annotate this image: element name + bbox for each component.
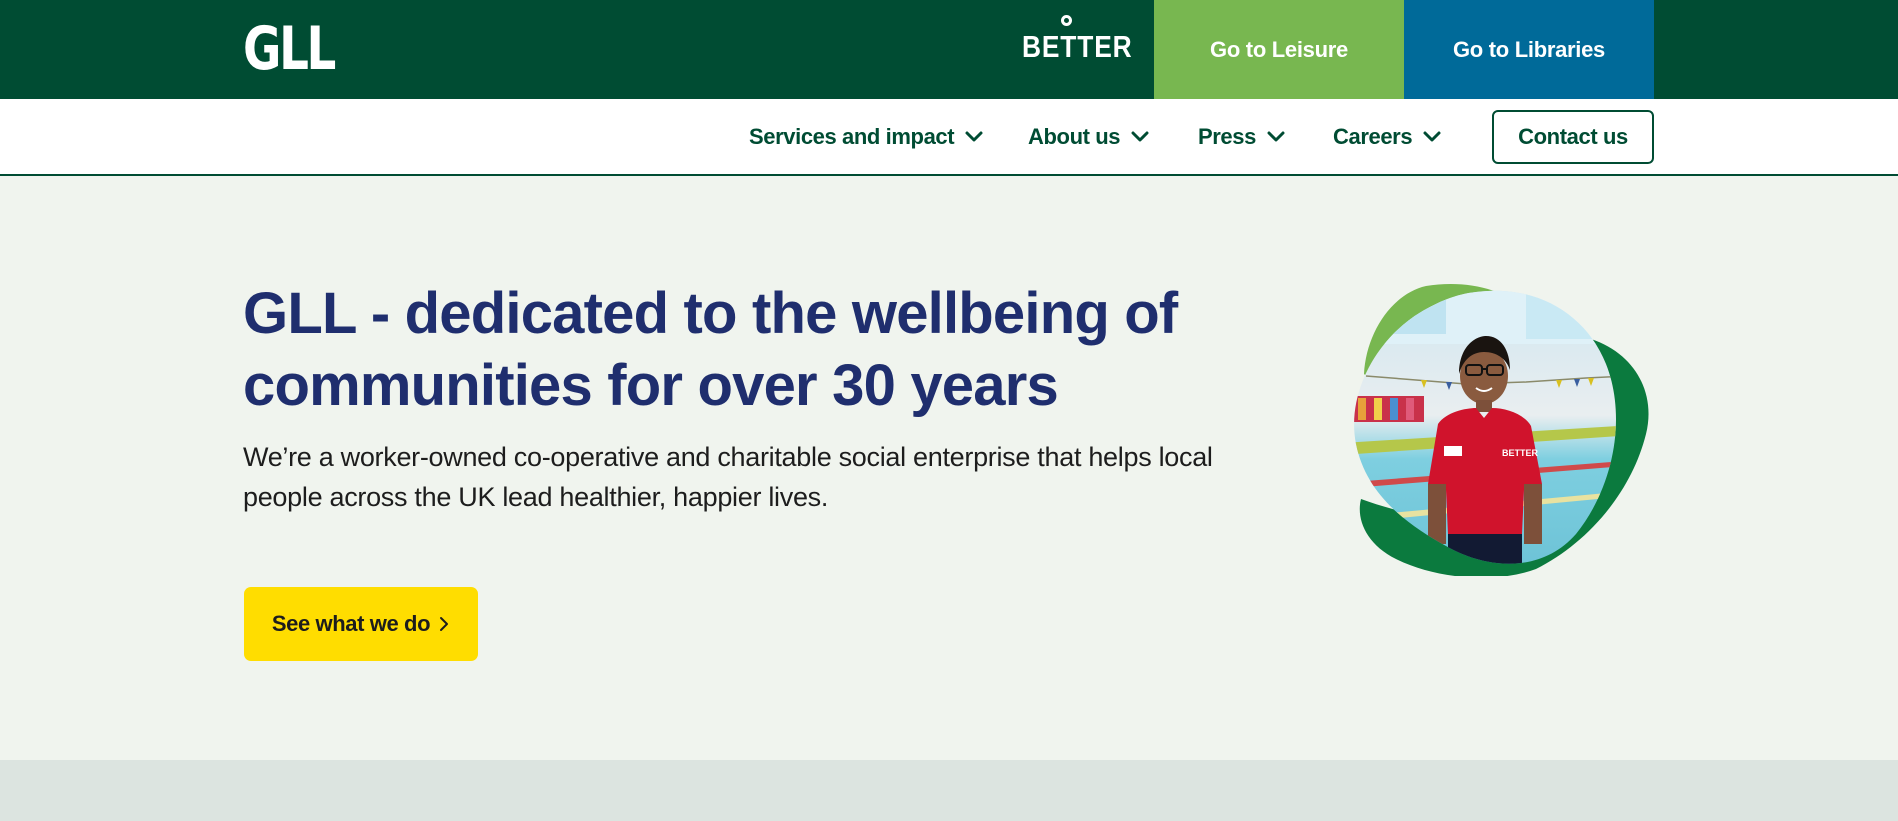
chevron-down-icon	[965, 131, 983, 141]
nav-item-services-and-impact[interactable]: Services and impact	[749, 99, 984, 174]
hero-subtitle: We’re a worker-owned co-operative and ch…	[243, 442, 1213, 512]
hero-title: GLL - dedicated to the wellbeing of comm…	[243, 281, 1178, 418]
contact-us-button[interactable]: Contact us	[1492, 110, 1654, 164]
gll-logo[interactable]: GLL	[243, 17, 336, 81]
next-section-band	[0, 760, 1898, 821]
better-logo-text: BETTER	[1022, 29, 1133, 64]
better-logo-dot	[1061, 15, 1072, 26]
nav-item-label: Services and impact	[749, 123, 955, 149]
top-bar: GLL BETTER Go to Leisure Go to Libraries	[0, 0, 1898, 99]
cta-label: See what we do	[271, 611, 431, 636]
chevron-down-icon	[1423, 131, 1441, 141]
svg-text:BETTER: BETTER	[1502, 448, 1539, 458]
nav-item-label: Careers	[1333, 123, 1413, 149]
chevron-down-icon	[1131, 131, 1149, 141]
nav-item-label: About us	[1028, 123, 1121, 149]
nav-item-careers[interactable]: Careers	[1333, 99, 1442, 174]
go-to-leisure-button[interactable]: Go to Leisure	[1154, 0, 1404, 99]
nav-item-press[interactable]: Press	[1198, 99, 1286, 174]
nav-item-about-us[interactable]: About us	[1028, 99, 1150, 174]
nav-item-label: Press	[1198, 123, 1256, 149]
go-to-libraries-button[interactable]: Go to Libraries	[1404, 0, 1654, 99]
main-nav: Services and impact About us Press Caree…	[0, 99, 1898, 176]
see-what-we-do-button[interactable]: See what we do	[244, 587, 478, 661]
hero-photo: BETTER	[1354, 284, 1649, 576]
chevron-down-icon	[1267, 131, 1285, 141]
better-logo[interactable]: BETTER	[1022, 14, 1132, 64]
chevron-right-icon	[440, 617, 449, 631]
